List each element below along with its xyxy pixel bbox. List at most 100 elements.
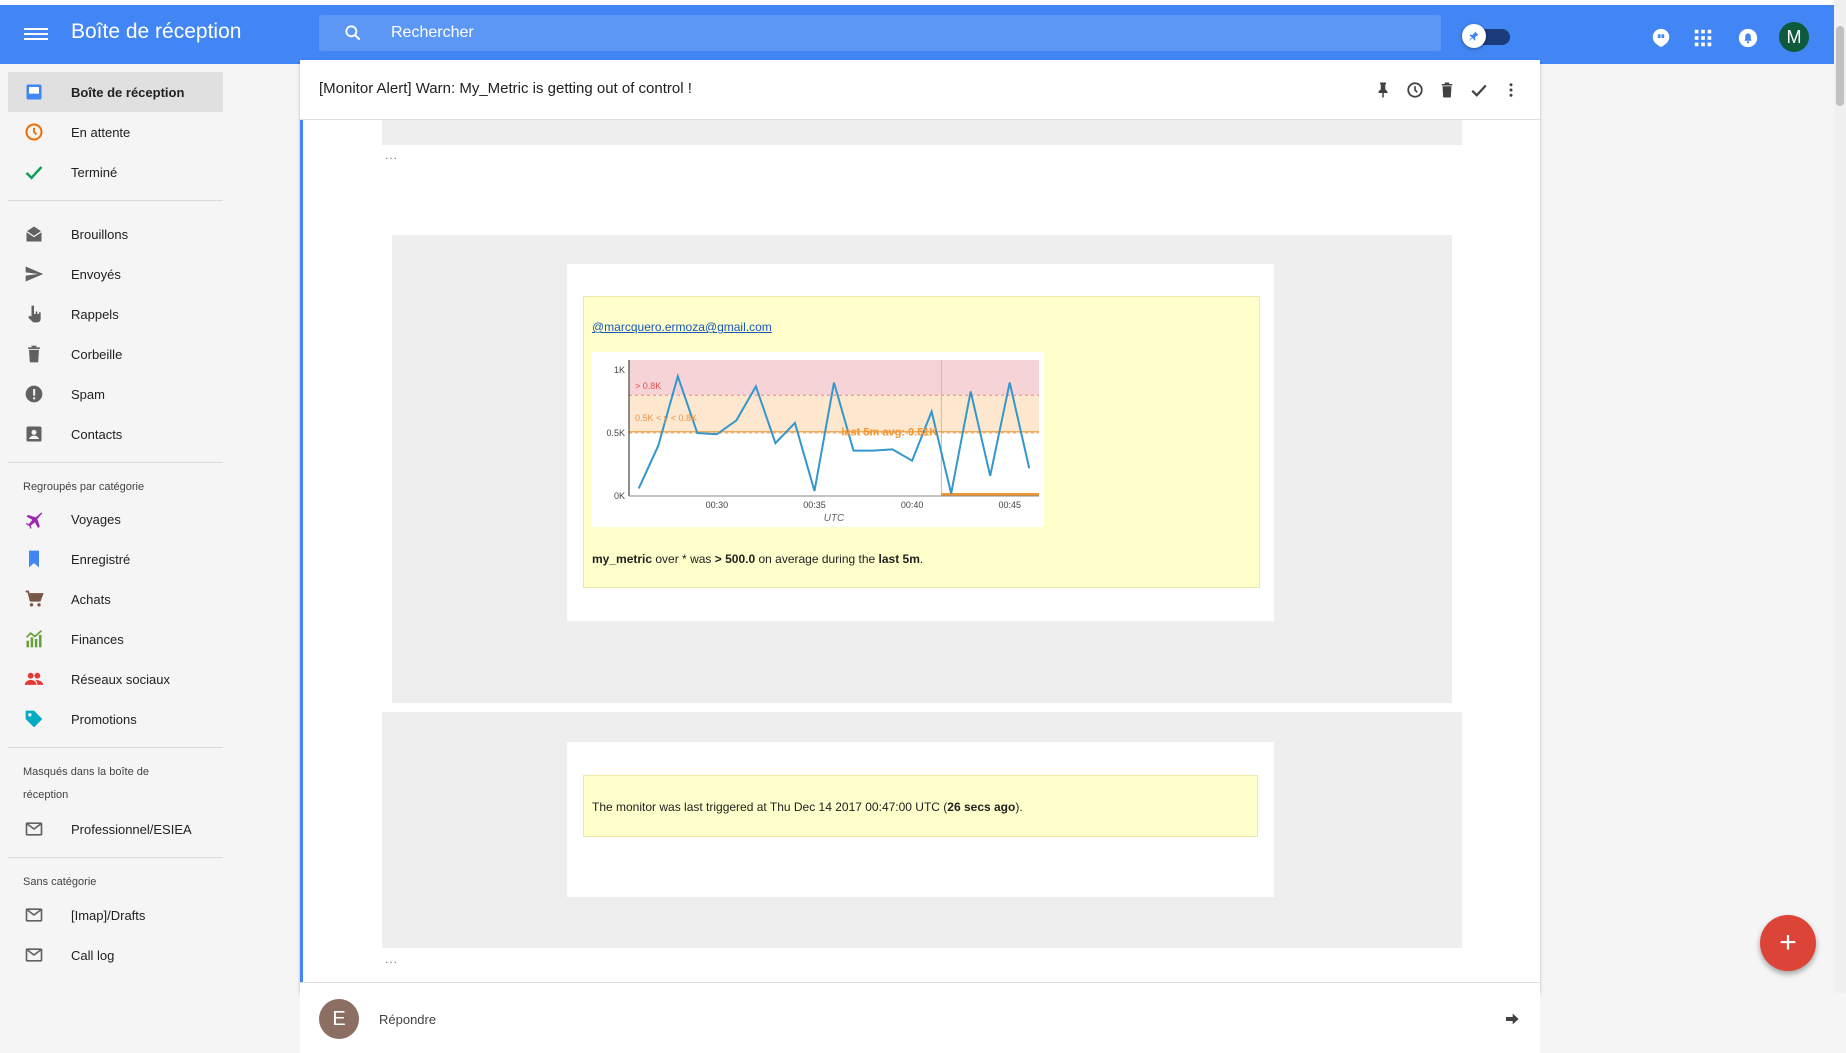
sidebar-item-trash[interactable]: Corbeille — [8, 334, 223, 374]
pinned-toggle[interactable] — [1462, 25, 1508, 47]
menu-icon[interactable] — [24, 25, 48, 45]
inbox-icon — [24, 82, 44, 102]
sidebar-item-saved[interactable]: Enregistré — [8, 539, 223, 579]
metric-chart-svg: 0K0.5K1K00:3000:3500:4000:45UTC> 0.8K0.5… — [592, 352, 1044, 527]
sidebar-item-label: Corbeille — [71, 347, 122, 362]
search-bar[interactable] — [319, 15, 1441, 51]
sidebar-item-finance[interactable]: Finances — [8, 619, 223, 659]
sidebar-item-imap-drafts[interactable]: [Imap]/Drafts — [8, 895, 223, 935]
sidebar-item-inbox[interactable]: Boîte de réception — [8, 72, 223, 112]
sidebar-item-done[interactable]: Terminé — [8, 152, 223, 192]
compose-fab[interactable]: + — [1760, 915, 1816, 971]
apps-grid-icon[interactable] — [1692, 27, 1714, 49]
sidebar-item-snoozed[interactable]: En attente — [8, 112, 223, 152]
reminder-icon — [24, 304, 44, 324]
summary-end: . — [920, 552, 923, 566]
sidebar-item-spam[interactable]: Spam — [8, 374, 223, 414]
contacts-icon — [24, 424, 44, 444]
section-title-hidden: Masqués dans la boîte de réception — [23, 761, 193, 807]
trigger-prefix: The monitor was last triggered at Thu De… — [592, 800, 947, 814]
reply-forward-icon[interactable] — [1504, 1011, 1520, 1027]
expand-quoted-dots[interactable]: ... — [385, 148, 398, 162]
x-tick-label: 00:30 — [706, 500, 729, 510]
reply-avatar: E — [319, 999, 359, 1039]
mail-icon — [24, 905, 44, 925]
email-body-background: @marcquero.ermoza@gmail.com 0K0.5K1K00:3… — [392, 235, 1452, 703]
trigger-text: The monitor was last triggered at Thu De… — [592, 800, 1023, 814]
plus-icon: + — [1779, 926, 1797, 960]
sidebar-item-label: Réseaux sociaux — [71, 672, 170, 687]
reply-label[interactable]: Répondre — [379, 1012, 436, 1027]
scrollbar-thumb[interactable] — [1836, 26, 1844, 106]
message-header: [Monitor Alert] Warn: My_Metric is getti… — [300, 60, 1540, 120]
y-tick-label: 1K — [614, 365, 625, 375]
alert-summary: my_metric over * was > 500.0 on average … — [592, 552, 923, 566]
expand-quoted-dots[interactable]: ... — [385, 952, 398, 966]
section-title-uncategorized: Sans catégorie — [23, 871, 193, 894]
warning-band-label: 0.5K < y < 0.8K — [635, 413, 697, 423]
trash-icon — [24, 344, 44, 364]
section-title-bundles: Regroupés par catégorie — [23, 476, 193, 499]
sidebar-item-label: Achats — [71, 592, 111, 607]
sidebar-item-purchases[interactable]: Achats — [8, 579, 223, 619]
sidebar-item-label: Rappels — [71, 307, 119, 322]
feedback-icon[interactable] — [1650, 27, 1672, 49]
message-pane: [Monitor Alert] Warn: My_Metric is getti… — [300, 60, 1540, 993]
sidebar-item-professionnel-esiea[interactable]: Professionnel/ESIEA — [8, 809, 223, 849]
sidebar-item-label: Envoyés — [71, 267, 121, 282]
sidebar-divider — [8, 200, 223, 201]
sidebar-item-label: Enregistré — [71, 552, 130, 567]
pin-icon[interactable] — [1374, 81, 1392, 99]
sidebar-item-label: Voyages — [71, 512, 121, 527]
sidebar-item-social[interactable]: Réseaux sociaux — [8, 659, 223, 699]
mark-done-icon[interactable] — [1470, 81, 1488, 99]
mention-link[interactable]: @marcquero.ermoza@gmail.com — [592, 320, 772, 334]
previous-message-strip — [382, 120, 1462, 145]
x-tick-label: 00:40 — [901, 500, 924, 510]
x-axis-label: UTC — [824, 513, 845, 524]
scrollbar[interactable] — [1834, 0, 1846, 993]
finance-icon — [24, 629, 44, 649]
critical-band — [629, 360, 1039, 395]
sidebar-item-sent[interactable]: Envoyés — [8, 254, 223, 294]
message-thread: ... @marcquero.ermoza@gmail.com 0K0.5K1K… — [300, 120, 1540, 982]
average-label: last 5m avg: 0.51K — [841, 427, 937, 439]
search-input[interactable] — [391, 15, 1391, 51]
sidebar-divider — [8, 747, 223, 748]
sidebar-item-label: Finances — [71, 632, 124, 647]
trigger-suffix: ). — [1015, 800, 1022, 814]
sidebar-item-promotions[interactable]: Promotions — [8, 699, 223, 739]
sidebar-item-reminders[interactable]: Rappels — [8, 294, 223, 334]
message-subject: [Monitor Alert] Warn: My_Metric is getti… — [319, 80, 692, 97]
app-title: Boîte de réception — [71, 20, 241, 44]
trigger-panel: The monitor was last triggered at Thu De… — [583, 775, 1258, 837]
email-card: @marcquero.ermoza@gmail.com 0K0.5K1K00:3… — [567, 264, 1274, 621]
y-tick-label: 0K — [614, 491, 625, 501]
sidebar-item-drafts[interactable]: Brouillons — [8, 214, 223, 254]
sidebar-item-label: Spam — [71, 387, 105, 402]
more-vert-icon[interactable] — [1502, 81, 1520, 99]
drafts-icon — [24, 224, 44, 244]
summary-part2: on average during the — [755, 552, 878, 566]
sidebar-divider — [8, 857, 223, 858]
sidebar-item-label: En attente — [71, 125, 130, 140]
spam-icon — [24, 384, 44, 404]
mail-icon — [24, 819, 44, 839]
threshold-value: > 500.0 — [715, 552, 755, 566]
mail-icon — [24, 945, 44, 965]
sidebar-item-contacts[interactable]: Contacts — [8, 414, 223, 454]
sidebar-item-label: [Imap]/Drafts — [71, 908, 145, 923]
sidebar-item-label: Contacts — [71, 427, 122, 442]
sidebar-item-travel[interactable]: Voyages — [8, 499, 223, 539]
account-avatar[interactable]: M — [1779, 22, 1809, 52]
trigger-ago: 26 secs ago — [947, 800, 1015, 814]
critical-band-label: > 0.8K — [635, 381, 661, 391]
sidebar-item-call-log[interactable]: Call log — [8, 935, 223, 975]
check-icon — [24, 162, 44, 182]
email-footer-background: The monitor was last triggered at Thu De… — [382, 712, 1462, 948]
snooze-icon[interactable] — [1406, 81, 1424, 99]
tag-icon — [24, 709, 44, 729]
search-icon — [343, 23, 363, 43]
delete-icon[interactable] — [1438, 81, 1456, 99]
notifications-icon[interactable] — [1737, 27, 1759, 49]
